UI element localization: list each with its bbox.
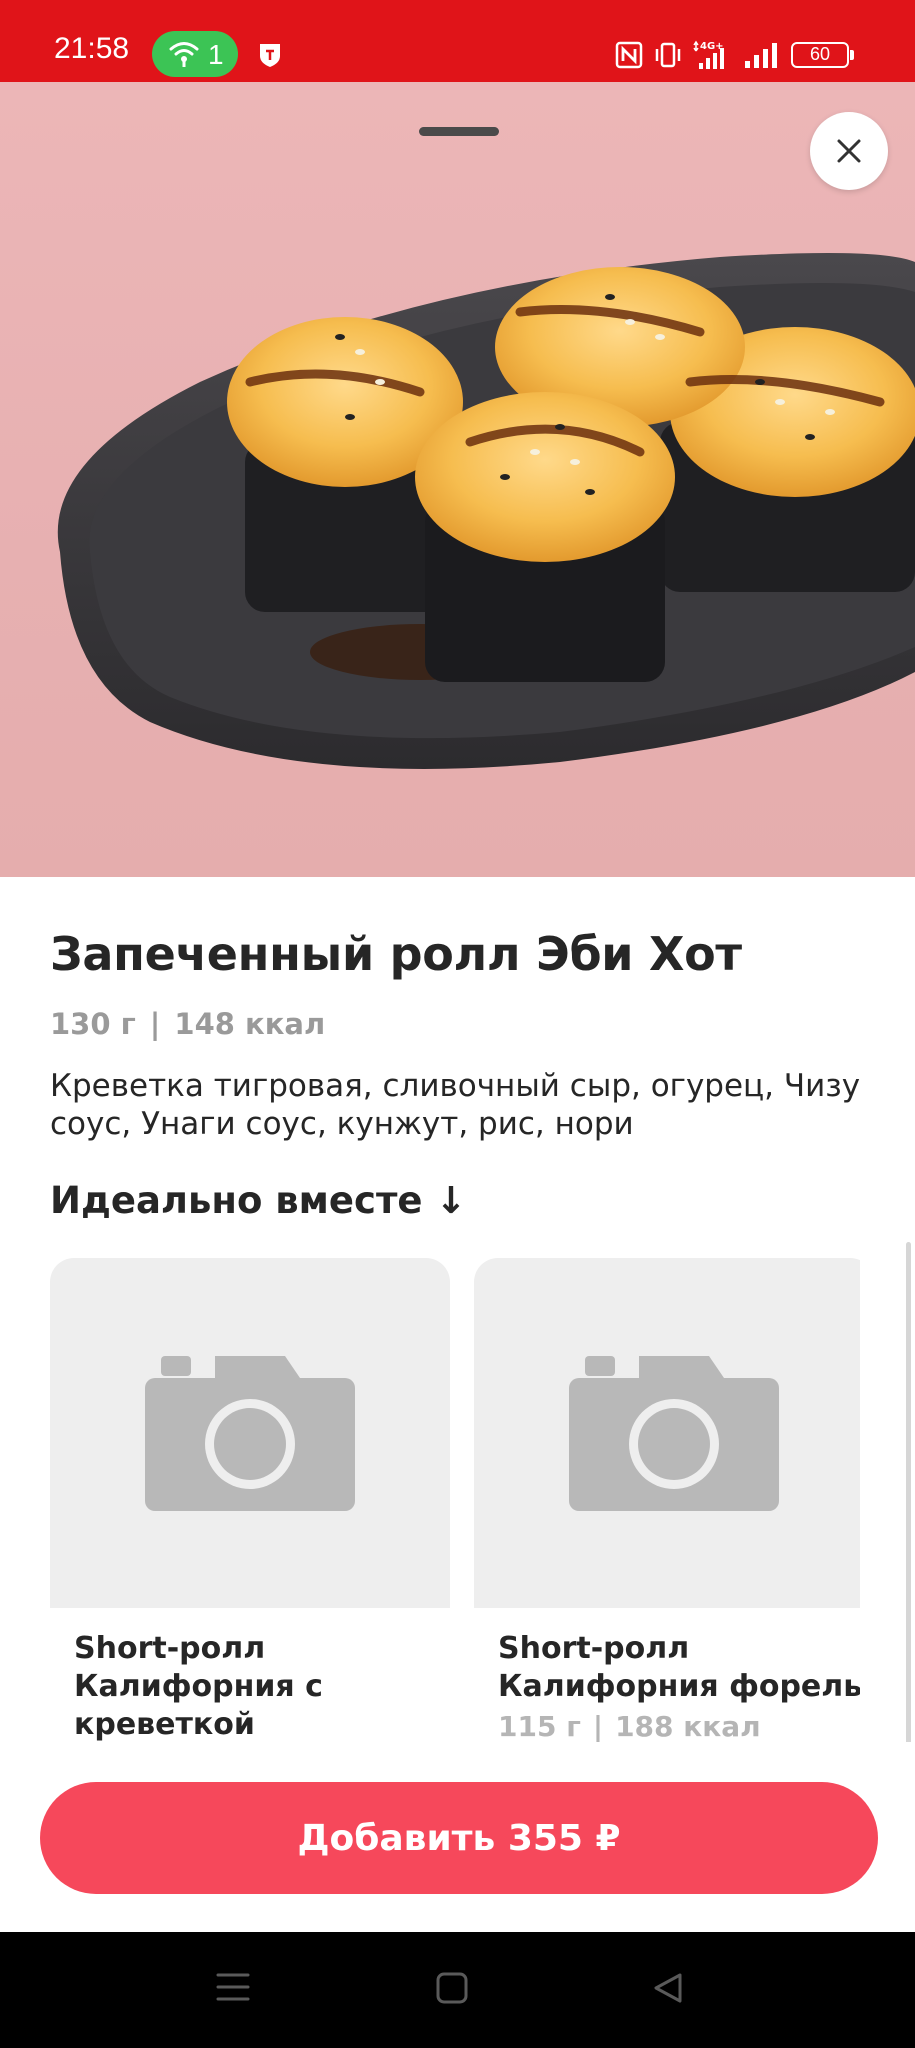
status-bar: 21:58 1 4G+ 60 <box>0 0 915 82</box>
back-icon[interactable] <box>652 1972 684 2004</box>
camera-placeholder-icon <box>145 1355 355 1511</box>
product-weight: 130 г <box>50 1007 136 1041</box>
system-nav-bar <box>0 1932 915 2048</box>
shield-icon <box>260 44 280 67</box>
status-icons: 4G+ 60 <box>615 40 854 70</box>
scrollbar[interactable] <box>906 1242 911 1782</box>
recommendation-card[interactable]: Short-ролл Калифорния с креветкой <box>50 1258 450 1758</box>
add-to-cart-button[interactable]: Добавить 355 ₽ <box>40 1782 878 1894</box>
card-image <box>50 1258 450 1608</box>
card-title: Short-ролл Калифорния форель <box>498 1631 860 1704</box>
battery-icon: 60 <box>791 42 854 68</box>
together-heading: Идеально вместе ↓ <box>50 1179 467 1222</box>
signal-icon <box>745 43 777 68</box>
card-meta: 115 г | 188 ккал <box>498 1710 761 1743</box>
sheet-drag-handle[interactable] <box>419 127 499 136</box>
hotspot-badge: 1 <box>152 31 238 77</box>
product-meta: 130 г | 148 ккал <box>50 1007 325 1041</box>
meta-separator: | <box>149 1007 161 1041</box>
recommendations-carousel[interactable]: Short-ролл Калифорния с креветкой Short-… <box>50 1258 860 1758</box>
vibrate-icon <box>655 42 681 68</box>
card-title: Short-ролл Калифорния с креветкой <box>74 1631 323 1742</box>
nfc-icon <box>615 41 643 69</box>
close-button[interactable] <box>810 112 888 190</box>
hotspot-icon <box>169 42 199 67</box>
close-icon <box>837 139 861 163</box>
product-sheet: Запеченный ролл Эби Хот 130 г | 148 ккал К… <box>0 82 915 1932</box>
hotspot-count: 1 <box>208 39 224 70</box>
card-image <box>474 1258 860 1608</box>
home-icon[interactable] <box>436 1972 468 2004</box>
bottom-action-bar: Добавить 355 ₽ <box>0 1742 915 1932</box>
product-calories: 148 ккал <box>174 1007 326 1041</box>
network-4g-icon: 4G+ <box>693 40 724 69</box>
status-time: 21:58 <box>54 32 130 65</box>
menu-icon[interactable] <box>216 1972 250 2002</box>
product-title: Запеченный ролл Эби Хот <box>50 927 742 981</box>
baked-sushi-rolls-photo <box>57 253 915 769</box>
card-weight: 115 г <box>498 1710 581 1743</box>
meta-separator: | <box>592 1710 604 1743</box>
product-description: Креветка тигровая, сливочный сыр, огурец… <box>50 1068 861 1142</box>
camera-placeholder-icon <box>569 1355 779 1511</box>
recommendation-card[interactable]: Short-ролл Калифорния форель 115 г | 188 к… <box>474 1258 860 1758</box>
product-image <box>0 82 915 877</box>
card-calories: 188 ккал <box>615 1710 761 1743</box>
